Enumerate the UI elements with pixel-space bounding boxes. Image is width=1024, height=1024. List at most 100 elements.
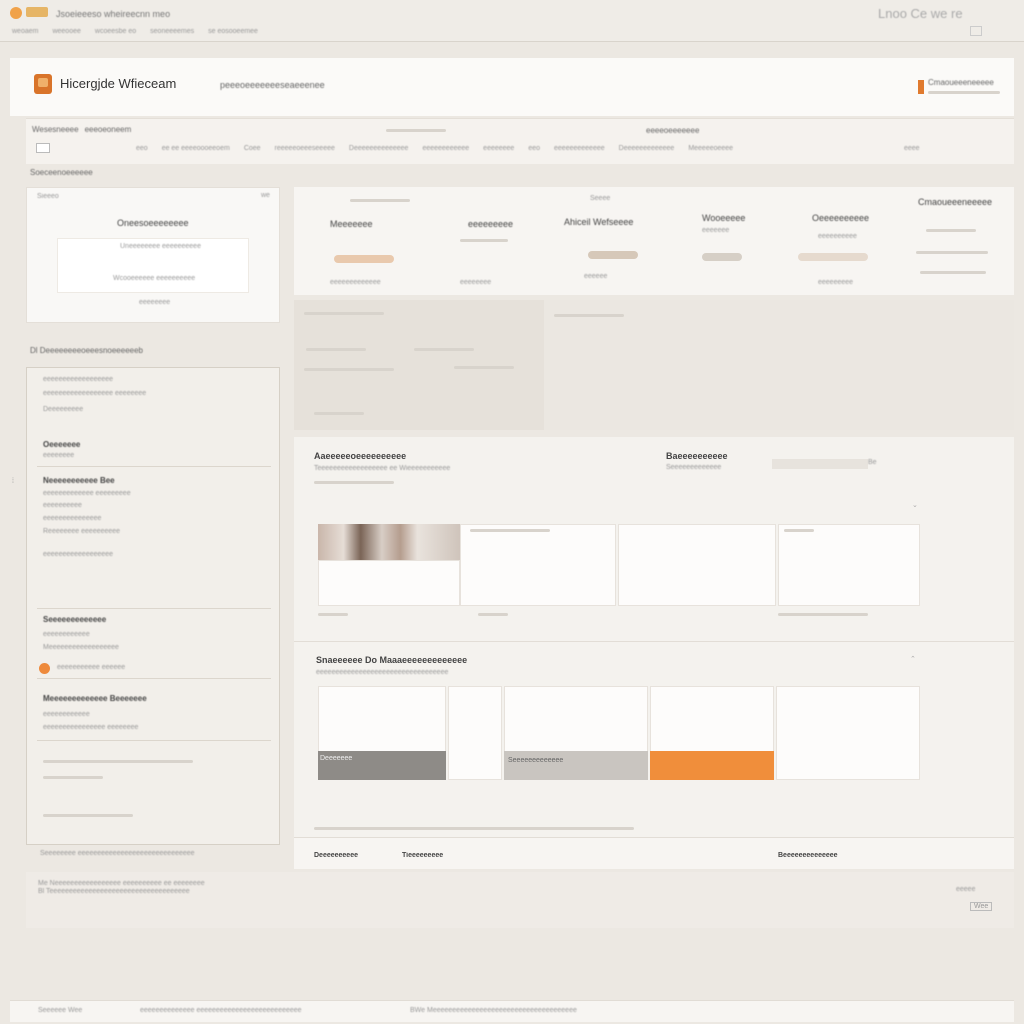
window-controls[interactable]: Lnoo Ce we re — [878, 6, 963, 21]
stat-card[interactable]: Meeeeeee eeeeeeeeeeeee — [330, 197, 440, 287]
progress-line — [43, 776, 103, 779]
subnav-item[interactable]: Deeeeeeeeeeeee — [619, 145, 675, 152]
stat-line — [916, 251, 988, 254]
subnav-item[interactable]: eeo — [528, 145, 540, 152]
footer-left[interactable]: Deeeeeeeeee — [314, 852, 358, 859]
stat-line — [460, 239, 508, 242]
window-title: Jsoeieeeso wheireecnn meo — [56, 9, 171, 19]
filter-label[interactable]: eeeeoeeeeeee — [646, 126, 699, 135]
tab[interactable]: seoneeeemes — [150, 28, 194, 35]
breadcrumb-item[interactable]: Wesesneeee — [32, 125, 79, 134]
chevron-down-icon[interactable]: ⌄ — [912, 501, 918, 509]
group-line: eeeeeeeeeeee — [43, 711, 90, 718]
account-subline — [928, 91, 1000, 94]
subnav-item[interactable]: Coee — [244, 145, 261, 152]
tab[interactable]: weeooee — [52, 28, 80, 35]
grid-cell[interactable] — [776, 686, 920, 780]
app-icon — [10, 7, 22, 19]
summary-card: Sieeeo we Oneesoeeeeeeee Uneeeeeeee eeee… — [26, 187, 280, 323]
section-subtitle: eeeeeeeeeeeeeeeeeeeeeeeeeeeeeeeeee — [316, 669, 449, 676]
breadcrumb-item[interactable]: eeeoeoneem — [85, 125, 132, 134]
stat-label: Oeeeeeeeeee — [812, 213, 870, 223]
subnav-item[interactable]: eeeeeeeeeeee — [422, 145, 469, 152]
divider — [37, 466, 271, 467]
subnav-item[interactable]: Meeeeeoeeee — [688, 145, 733, 152]
footer-right: eeeee — [956, 886, 976, 893]
progress-line — [43, 760, 193, 763]
filter-panel — [294, 300, 1014, 430]
stat-line — [926, 229, 976, 232]
stat-value: eeeeeeeeeeeee — [330, 279, 381, 286]
filter-line — [414, 348, 474, 351]
grid-cell[interactable] — [318, 560, 460, 606]
side-title: Dl Deeeeeeeeoeeesnoeeeeeeb — [30, 346, 143, 355]
tab[interactable]: se eosooeemee — [208, 28, 258, 35]
subnav-item[interactable]: reeeeeoeeeseeeee — [275, 145, 335, 152]
card-corner[interactable]: we — [261, 192, 270, 199]
stat-card[interactable]: eeeeeeeee eeeeeeee — [460, 197, 570, 287]
filter-line — [306, 348, 366, 351]
card-body: Wcooeeeeee eeeeeeeeee — [113, 275, 196, 282]
footer-right[interactable]: Beeeeeeeeeeeeee — [778, 852, 838, 859]
grid-cell[interactable] — [618, 524, 776, 606]
subnav-right-link[interactable]: eeee — [904, 145, 920, 152]
cell-line — [318, 613, 348, 616]
status-dot-icon — [39, 663, 50, 674]
breadcrumb: Wesesneeee eeeoeoneem — [32, 125, 131, 134]
grid-cell[interactable] — [448, 686, 502, 780]
side-foot: Seeeeeeee eeeeeeeeeeeeeeeeeeeeeeeeeeeeee — [40, 850, 195, 857]
grid-cell[interactable] — [460, 524, 616, 606]
cell-line — [784, 529, 814, 532]
group-heading: Seeeeeeeeeeeee — [43, 615, 107, 624]
subnav-item[interactable]: eeo — [136, 145, 148, 152]
group-heading: Meeeeeeeeeeeee Beeeeeee — [43, 694, 147, 703]
bottom-left[interactable]: Seeeeee Wee — [38, 1007, 82, 1014]
footer-button[interactable]: Wee — [970, 902, 993, 911]
tab-strip: weoaem weeooee wcoeesbe eo seoneeeemes s… — [12, 28, 258, 35]
group-line: Meeeeeeeeeeeeeeeeee — [43, 644, 119, 651]
account-link[interactable]: Cmaoueeeneeeee — [928, 78, 994, 87]
stat-card[interactable]: Oeeeeeeeeee eeeeeeeeee eeeeeeeee — [774, 197, 884, 287]
divider — [294, 641, 1014, 642]
footer-mid[interactable]: Tieeeeeeeee — [402, 852, 443, 859]
group-line: eeeeeeeeeeeeeeeeee — [43, 551, 114, 558]
group-line: eeeeeeeeeee eeeeee — [57, 664, 126, 671]
filter-line — [386, 129, 446, 132]
folder-icon[interactable] — [26, 7, 48, 17]
stat-value: eeeeeeeee — [818, 279, 854, 286]
filter-line — [314, 412, 364, 415]
filter-line — [304, 312, 384, 315]
tab[interactable]: weoaem — [12, 28, 38, 35]
content-footer: Deeeeeeeeee Tieeeeeeeee Beeeeeeeeeeeeee — [294, 837, 1014, 869]
search-input[interactable] — [772, 459, 868, 469]
section-subtitle: Teeeeeeeeeeeeeeeeee ee Wieeeeeeeeeee — [314, 465, 451, 472]
preview-image[interactable] — [318, 524, 460, 560]
card-inner-box: Uneeeeeeee eeeeeeeeee Wcooeeeeee eeeeeee… — [57, 238, 249, 293]
expand-icon[interactable]: ⌃ — [910, 655, 916, 663]
tab[interactable]: wcoeesbe eo — [95, 28, 136, 35]
stat-card[interactable]: Seeee Ahiceil Wefseeee eeeeee — [564, 191, 694, 287]
stat-extra-label: Cmaoueeeneeeee — [918, 197, 993, 207]
stat-sub: eeeeeee — [702, 227, 730, 234]
filter-line — [304, 368, 394, 371]
subnav-item[interactable]: ee ee eeeeoooeeoem — [162, 145, 230, 152]
cell-line — [478, 613, 508, 616]
checkbox-icon[interactable] — [36, 143, 50, 153]
stat-card[interactable]: Wooeeeee eeeeeee — [700, 197, 780, 287]
group-line: eeeeeeee — [43, 452, 75, 459]
stat-label: Ahiceil Wefseeee — [564, 217, 634, 227]
grid-cell[interactable] — [778, 524, 920, 606]
group-line: eeeeeeeeeeeeeeee eeeeeeee — [43, 724, 139, 731]
subnav-item[interactable]: eeeeeeeeeeeee — [554, 145, 605, 152]
section-line — [314, 481, 394, 484]
section-title: Aaeeeeeoeeeeeeeeee — [314, 451, 407, 461]
sub-navigation: Wesesneeee eeeoeoneem eeeeoeeeeeee eeo e… — [26, 118, 1014, 164]
logo-icon — [34, 74, 52, 94]
collapse-handle-icon[interactable]: ⁞ — [12, 478, 14, 485]
page-footer: Me Neeeeeeeeeeeeeeeee eeeeeeeeee ee eeee… — [26, 872, 1014, 928]
subnav-item[interactable]: eeeeeeee — [483, 145, 514, 152]
subnav-item[interactable]: Deeeeeeeeeeeeee — [349, 145, 409, 152]
filter-line — [454, 366, 514, 369]
menu-icon[interactable] — [970, 26, 982, 36]
card-foot: eeeeeeee — [139, 299, 171, 306]
